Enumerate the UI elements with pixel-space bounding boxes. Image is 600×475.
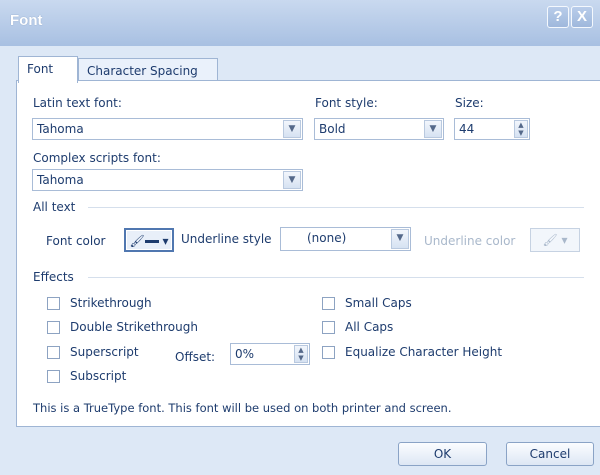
latin-font-value: Tahoma (37, 122, 84, 136)
all-caps-checkbox[interactable] (322, 321, 335, 334)
all-text-divider (88, 207, 584, 208)
font-style-label: Font style: (315, 96, 378, 110)
font-color-label: Font color (46, 234, 106, 248)
latin-font-label: Latin text font: (33, 96, 122, 110)
small-caps-label: Small Caps (345, 296, 412, 310)
complex-font-label: Complex scripts font: (33, 151, 161, 165)
subscript-label: Subscript (70, 369, 127, 383)
help-icon: ? (553, 8, 563, 25)
chevron-down-icon[interactable]: ▼ (283, 120, 301, 138)
all-text-heading: All text (33, 200, 76, 214)
close-button[interactable]: X (571, 6, 593, 28)
offset-value: 0% (235, 347, 255, 361)
double-strikethrough-checkbox[interactable] (47, 321, 60, 334)
underline-color-button[interactable]: 🖌 ▾ (530, 228, 580, 252)
tab-label: Character Spacing (87, 64, 198, 78)
chevron-down-icon[interactable]: ▼ (283, 171, 301, 189)
close-icon: X (576, 8, 587, 25)
underline-color-label: Underline color (424, 234, 516, 248)
font-color-button[interactable]: 🖌 ▾ (124, 228, 174, 252)
title-bar: Font ? X (0, 0, 600, 46)
underline-style-label: Underline style (181, 232, 272, 246)
all-caps-label: All Caps (345, 320, 394, 334)
strikethrough-checkbox[interactable] (47, 297, 60, 310)
font-info-text: This is a TrueType font. This font will … (33, 401, 452, 415)
subscript-checkbox[interactable] (47, 370, 60, 383)
offset-label: Offset: (175, 350, 216, 364)
effects-heading: Effects (33, 270, 74, 284)
small-caps-checkbox[interactable] (322, 297, 335, 310)
effects-divider (88, 277, 584, 278)
latin-font-select[interactable]: Tahoma ▼ (32, 118, 303, 140)
size-spinner[interactable]: 44 ▲ ▼ (454, 118, 530, 140)
double-strikethrough-label: Double Strikethrough (70, 320, 198, 334)
help-button[interactable]: ? (547, 6, 569, 28)
tab-label: Font (27, 62, 54, 76)
size-label: Size: (455, 96, 484, 110)
font-style-value: Bold (319, 122, 346, 136)
font-style-select[interactable]: Bold ▼ (314, 118, 444, 140)
superscript-label: Superscript (70, 345, 139, 359)
superscript-checkbox[interactable] (47, 346, 60, 359)
strikethrough-label: Strikethrough (70, 296, 152, 310)
chevron-down-icon[interactable]: ▼ (424, 120, 442, 138)
underline-style-select[interactable]: (none) ▼ (280, 227, 411, 251)
complex-font-value: Tahoma (37, 173, 84, 187)
underline-style-value: (none) (307, 231, 347, 245)
spin-arrows-icon[interactable]: ▲ ▼ (514, 120, 528, 138)
equalize-height-checkbox[interactable] (322, 346, 335, 359)
equalize-height-label: Equalize Character Height (345, 345, 503, 359)
paint-bucket-icon: 🖌 (542, 233, 558, 247)
chevron-down-icon[interactable]: ▼ (391, 229, 409, 249)
offset-spinner[interactable]: 0% ▲ ▼ (230, 343, 310, 365)
paint-bucket-icon: 🖌 (129, 234, 145, 248)
color-swatch (144, 240, 159, 243)
ok-button[interactable]: OK (398, 442, 487, 466)
complex-font-select[interactable]: Tahoma ▼ (32, 169, 303, 191)
spin-arrows-icon[interactable]: ▲ ▼ (294, 345, 308, 363)
tab-font[interactable]: Font (18, 56, 78, 83)
size-value: 44 (459, 122, 475, 136)
window-title: Font (10, 12, 43, 29)
cancel-button[interactable]: Cancel (506, 442, 594, 466)
